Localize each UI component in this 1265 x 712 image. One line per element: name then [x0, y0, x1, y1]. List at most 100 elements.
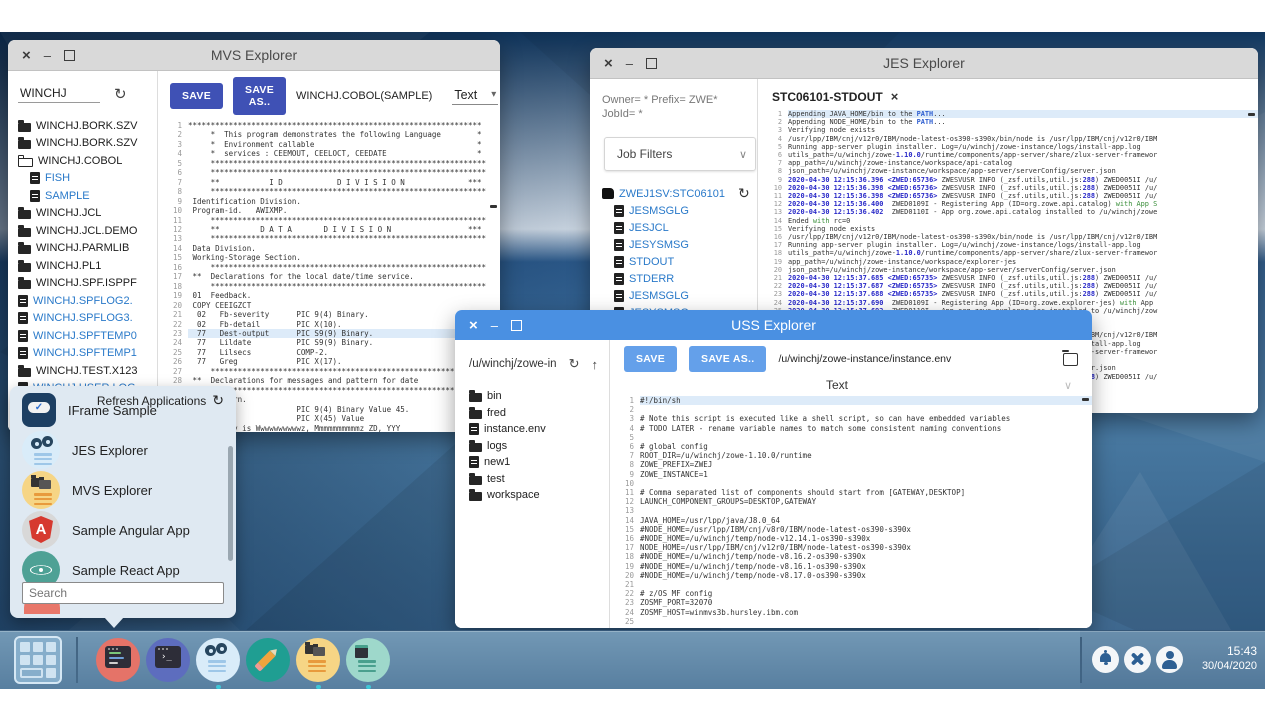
job-filters-dropdown[interactable]: Job Filters ∨ — [604, 137, 756, 171]
tree-item[interactable]: WINCHJ.JCL — [18, 205, 157, 223]
app-item-sample-angular-app[interactable]: ASample Angular App — [22, 510, 190, 550]
tree-item[interactable]: WINCHJ.JCL.DEMO — [18, 222, 157, 240]
search-input[interactable] — [22, 582, 224, 604]
tree-item[interactable]: WINCHJ.PL1 — [18, 257, 157, 275]
code-line: 2 — [610, 405, 1092, 414]
tree-item[interactable]: WINCHJ.TEST.X123 — [18, 362, 157, 380]
app-launcher-button[interactable] — [14, 636, 62, 684]
tree-item[interactable]: new1 — [469, 454, 609, 471]
file-icon — [614, 256, 624, 268]
settings-tools-icon[interactable] — [1124, 646, 1151, 673]
tree-item[interactable]: WINCHJ.SPFLOG3. — [18, 310, 157, 328]
maximize-icon[interactable] — [64, 50, 75, 61]
maximize-icon[interactable] — [646, 58, 657, 69]
tree-item[interactable]: logs — [469, 438, 609, 455]
tree-item[interactable]: STDERR — [602, 270, 757, 287]
mvs-titlebar[interactable]: MVS Explorer × – — [8, 40, 500, 71]
tree-item[interactable]: WINCHJ.SPFLOG2. — [18, 292, 157, 310]
tree-item[interactable]: JESMSGLG — [602, 202, 757, 219]
refresh-icon[interactable]: ↻ — [569, 356, 580, 372]
screen: MVS Explorer × – ↻ WINCHJ.BORK.SZVWINCHJ… — [0, 0, 1265, 712]
save-button[interactable]: SAVE — [170, 83, 223, 109]
code-line: 12 ** D A T A D I V I S I O N *** — [158, 225, 500, 234]
launcher-scrollbar[interactable] — [228, 446, 233, 561]
taskbar-app-mvs-explorer[interactable] — [296, 638, 340, 682]
close-icon[interactable]: × — [604, 57, 613, 70]
code-line: 2Appending NODE_HOME/bin to the PATH... — [758, 118, 1258, 126]
code-line: 14 Data Division. — [158, 244, 500, 253]
taskbar-app-uss-explorer[interactable] — [346, 638, 390, 682]
tree-item-label: WINCHJ.PL1 — [36, 260, 101, 272]
open-in-window-icon[interactable] — [1063, 353, 1078, 366]
close-icon[interactable]: × — [469, 319, 478, 332]
tree-item[interactable]: WINCHJ.SPF.ISPPF — [18, 275, 157, 293]
code-line: 5Running app-server plugin installer. Lo… — [758, 143, 1258, 151]
tree-item-label: FISH — [45, 172, 70, 184]
uss-path-input[interactable]: /u/winchj/zowe-in — [469, 358, 557, 370]
taskbar-app-vt-terminal[interactable]: ›_ — [146, 638, 190, 682]
minimize-icon[interactable]: – — [626, 57, 633, 70]
tree-item[interactable]: fred — [469, 405, 609, 422]
tree-item[interactable]: JESMSGLG — [602, 287, 757, 304]
dataset-filter-input[interactable] — [18, 85, 100, 103]
code-line: 11 *************************************… — [158, 216, 500, 225]
tree-item[interactable]: STDOUT — [602, 253, 757, 270]
tree-item[interactable]: instance.env — [469, 421, 609, 438]
tree-item[interactable]: ZWEJ1SV:STC06101↻ — [602, 185, 757, 202]
code-line: 2 * This program demonstrates the follow… — [158, 130, 500, 139]
mvs-explorer-window: MVS Explorer × – ↻ WINCHJ.BORK.SZVWINCHJ… — [8, 40, 500, 432]
save-as-button[interactable]: SAVE AS.. — [689, 346, 766, 372]
close-icon[interactable]: × — [22, 49, 31, 62]
tree-item[interactable]: WINCHJ.SPFTEMP0 — [18, 327, 157, 345]
uss-code-editor[interactable]: 1#!/bin/sh23# Note this script is execut… — [610, 396, 1092, 628]
running-indicator — [316, 685, 321, 689]
save-as-button[interactable]: SAVE AS.. — [233, 77, 286, 115]
user-account-icon[interactable] — [1156, 646, 1183, 673]
app-item-mvs-explorer[interactable]: MVS Explorer — [22, 470, 152, 510]
code-line: 15 Working-Storage Section. — [158, 253, 500, 262]
app-item-iframe-sample[interactable]: ✓IFrame Sample — [22, 390, 157, 430]
tree-item[interactable]: JESYSMSG — [602, 236, 757, 253]
tree-item[interactable]: bin — [469, 388, 609, 405]
taskbar-app-tn3270-terminal[interactable] — [96, 638, 140, 682]
up-directory-icon[interactable]: ↑ — [591, 357, 598, 372]
tree-item[interactable]: FISH — [18, 170, 157, 188]
tree-item[interactable]: workspace — [469, 487, 609, 504]
close-tab-icon[interactable]: × — [891, 89, 899, 104]
minimize-icon[interactable]: – — [491, 319, 498, 332]
tree-item[interactable]: WINCHJ.COBOL — [18, 152, 157, 170]
taskbar-app-jes-explorer[interactable] — [196, 638, 240, 682]
tree-item[interactable]: WINCHJ.BORK.SZV — [18, 117, 157, 135]
save-button[interactable]: SAVE — [624, 346, 677, 372]
code-line: 1***************************************… — [158, 121, 500, 130]
code-line: 24 77 Lildate PIC S9(9) Binary. — [158, 338, 500, 347]
syntax-mode-select[interactable]: Text — [610, 378, 1064, 392]
chevron-down-icon: ∨ — [739, 148, 747, 161]
app-item-jes-explorer[interactable]: JES Explorer — [22, 430, 148, 470]
uss-titlebar[interactable]: USS Explorer × – — [455, 310, 1092, 340]
code-line: 18 *************************************… — [158, 282, 500, 291]
tree-item[interactable]: SAMPLE — [18, 187, 157, 205]
mvs-window-title: MVS Explorer — [8, 47, 500, 63]
tree-item[interactable]: WINCHJ.BORK.SZV — [18, 135, 157, 153]
refresh-icon[interactable]: ↻ — [114, 85, 127, 103]
overview-ruler-mark[interactable] — [1082, 398, 1089, 401]
tree-item[interactable]: WINCHJ.SPFTEMP1 — [18, 345, 157, 363]
tab-stdout[interactable]: STC06101-STDOUT × — [772, 89, 898, 104]
code-line: 222020-04-30 12:15:37.687 <ZWED:65735> Z… — [758, 282, 1258, 290]
maximize-icon[interactable] — [511, 320, 522, 331]
minimize-icon[interactable]: – — [44, 49, 51, 62]
overview-ruler-mark[interactable] — [1248, 113, 1255, 116]
code-line: 7ROOT_DIR=/u/winchj/zowe-1.10.0/runtime — [610, 451, 1092, 460]
overview-ruler-mark[interactable] — [490, 205, 497, 208]
tree-item[interactable]: test — [469, 471, 609, 488]
jes-titlebar[interactable]: JES Explorer × – — [590, 48, 1258, 79]
syntax-mode-select[interactable]: Text ▾ — [452, 88, 498, 105]
refresh-icon[interactable]: ↻ — [738, 185, 750, 202]
tree-item[interactable]: WINCHJ.PARMLIB — [18, 240, 157, 258]
taskbar-app-editor[interactable] — [246, 638, 290, 682]
taskbar: ›_ 15:43 30/04/2020 — [0, 630, 1265, 689]
notifications-bell-icon[interactable] — [1092, 646, 1119, 673]
tree-item[interactable]: JESJCL — [602, 219, 757, 236]
tree-item-label: WINCHJ.SPFLOG3. — [33, 312, 133, 324]
